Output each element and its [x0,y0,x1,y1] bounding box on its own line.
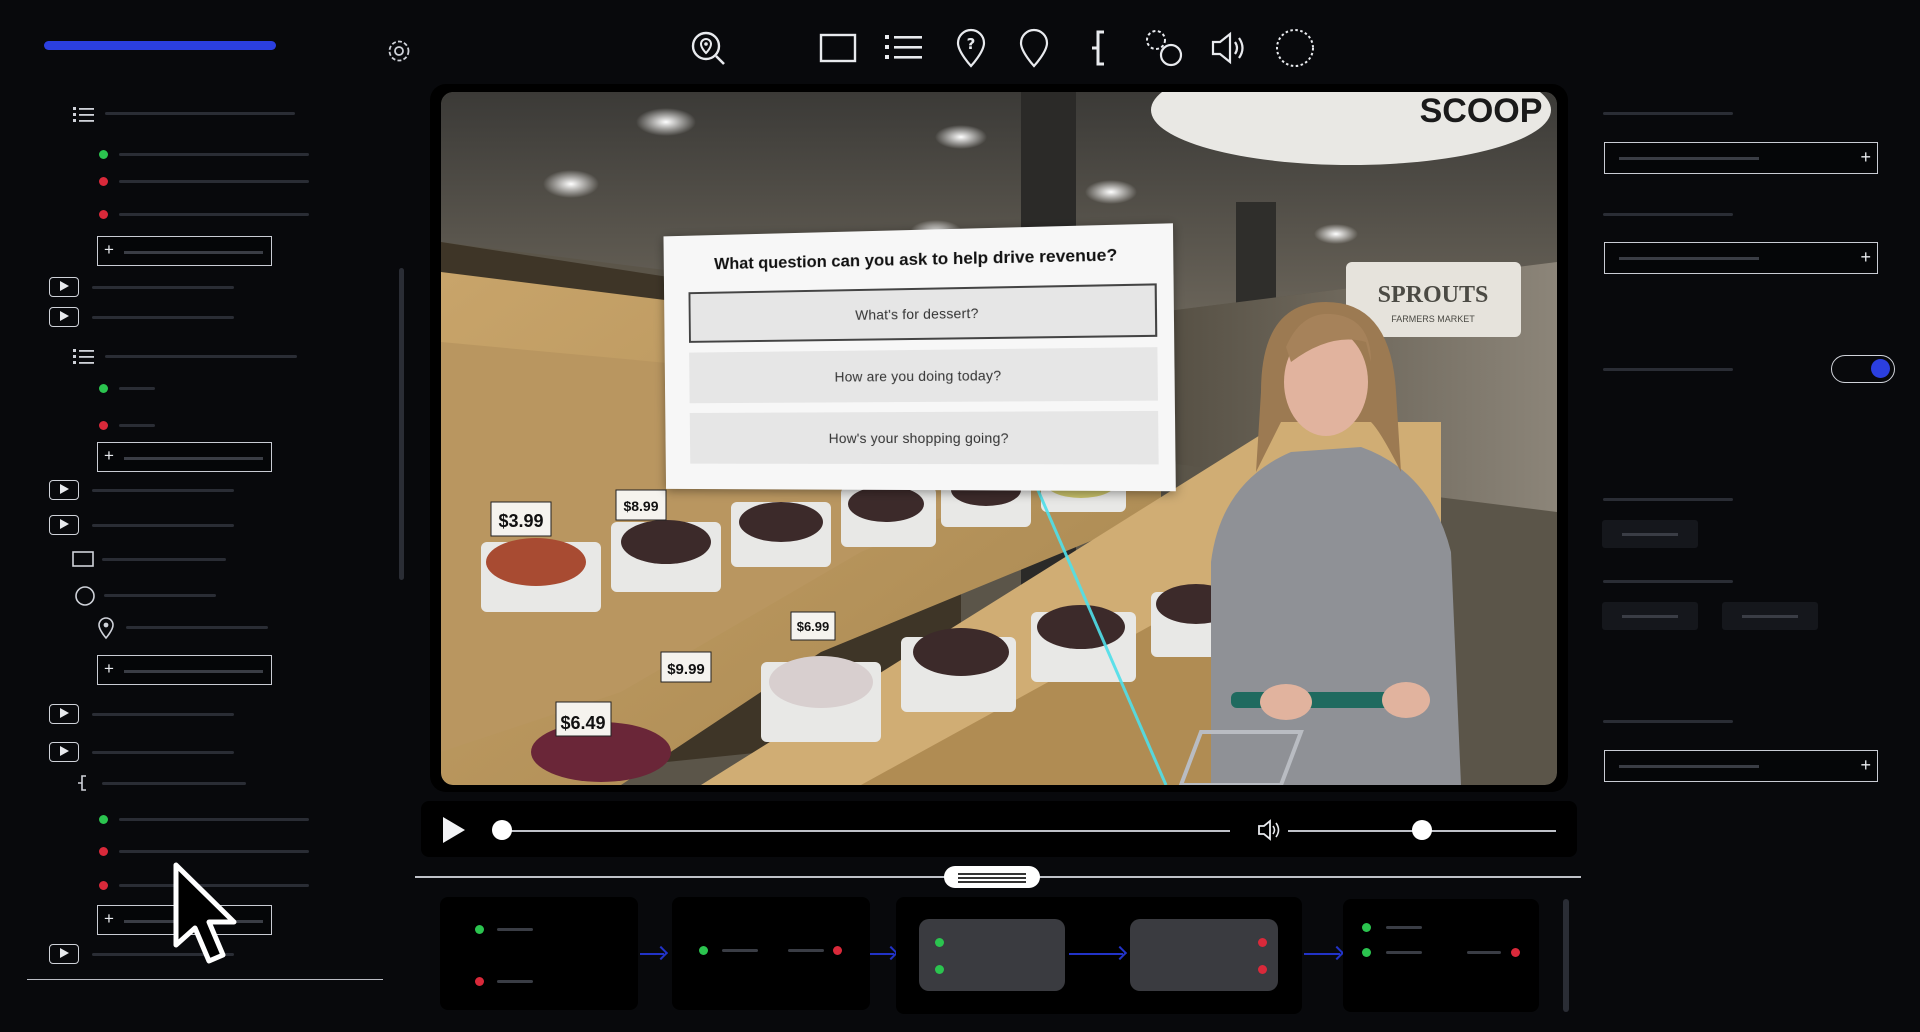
dashed-circle-icon[interactable] [1273,26,1317,70]
seek-handle[interactable] [492,820,512,840]
status-dot [99,881,108,890]
volume-handle[interactable] [1412,820,1432,840]
question-pin-icon[interactable]: ? [949,26,993,70]
speaker-icon[interactable] [1207,26,1251,70]
location-pin-icon [98,617,114,640]
store-sign-sub: FARMERS MARKET [1391,314,1475,324]
rectangle-icon [72,551,94,567]
map-search-icon[interactable] [686,26,730,70]
price-tag: $9.99 [667,661,705,678]
store-sign: SPROUTS [1378,282,1489,308]
option-chip[interactable] [1722,602,1818,630]
circles-icon[interactable] [1142,26,1186,70]
play-icon[interactable] [49,307,79,327]
location-pin-icon[interactable] [1012,26,1056,70]
bracket-icon[interactable] [1078,26,1122,70]
question-card: What question can you ask to help drive … [663,223,1176,492]
play-icon[interactable] [49,704,79,724]
price-tag: $6.99 [797,619,830,634]
sidebar-scrollbar[interactable] [399,268,404,580]
bracket-icon [78,775,86,791]
property-input[interactable]: + [1604,242,1878,274]
play-icon[interactable] [440,815,468,845]
add-item-button[interactable]: + [97,655,272,685]
status-dot [99,815,108,824]
list-icon [73,349,94,364]
sidebar-divider [27,979,383,980]
player-controls [421,801,1577,857]
answer-option-2[interactable]: How are you doing today? [689,347,1158,404]
flow-node[interactable] [1343,899,1539,1012]
property-input[interactable]: + [1604,750,1878,782]
speaker-icon[interactable] [1256,818,1282,842]
store-sign: SCOOP [1420,92,1543,130]
price-tag: $8.99 [623,498,658,514]
flow-arrow [1304,953,1340,955]
status-dot [99,210,108,219]
answer-option-3[interactable]: How's your shopping going? [689,410,1159,465]
play-icon[interactable] [49,277,79,297]
option-chip[interactable] [1602,520,1698,548]
add-item-button[interactable]: + [97,442,272,472]
status-dot [99,150,108,159]
status-dot [99,177,108,186]
rectangle-icon[interactable] [816,26,860,70]
flow-node[interactable] [440,897,638,1010]
add-item-button[interactable]: + [97,236,272,266]
question-title: What question can you ask to help drive … [714,245,1118,274]
flow-group[interactable] [896,897,1302,1014]
gear-icon[interactable] [385,37,413,65]
answer-option-1[interactable]: What's for dessert? [688,283,1158,343]
status-dot [99,847,108,856]
flow-node[interactable] [672,897,870,1010]
property-input[interactable]: + [1604,142,1878,174]
list-icon[interactable] [882,26,926,70]
resize-handle[interactable] [944,866,1040,888]
option-chip[interactable] [1602,602,1698,630]
flow-arrow [870,953,894,955]
play-icon[interactable] [49,944,79,964]
progress-indicator [44,41,276,50]
circle-icon [75,586,95,606]
play-icon[interactable] [49,515,79,535]
toggle-switch[interactable] [1831,355,1895,383]
price-tag: $6.49 [560,713,605,733]
cursor-icon [173,862,237,964]
flow-arrow [640,953,664,955]
play-icon[interactable] [49,480,79,500]
play-icon[interactable] [49,742,79,762]
status-dot [99,384,108,393]
list-icon [73,107,94,122]
flow-scrollbar[interactable] [1563,899,1569,1012]
svg-text:?: ? [967,35,976,53]
seek-bar[interactable] [502,830,1230,832]
price-tag: $3.99 [498,511,543,531]
status-dot [99,421,108,430]
